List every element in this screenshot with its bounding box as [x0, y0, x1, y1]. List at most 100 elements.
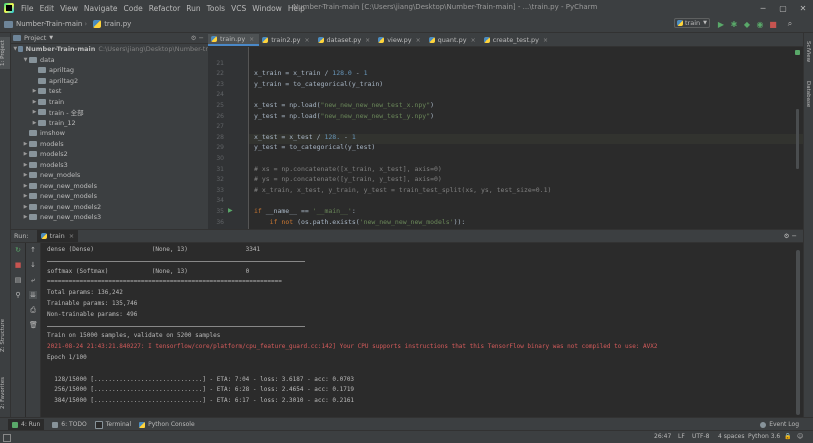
scroll-up-icon[interactable]: ↑: [29, 246, 37, 254]
scroll-down-icon[interactable]: ↓: [29, 261, 37, 269]
python-interpreter[interactable]: Python 3.6: [748, 433, 780, 440]
stop-icon[interactable]: ■: [768, 19, 778, 29]
code-line[interactable]: x_test = np.load("new_new_new_new_test_x…: [254, 101, 434, 109]
expand-arrow-icon[interactable]: ▶: [31, 99, 38, 105]
tree-item[interactable]: ▶ train_12: [11, 118, 208, 129]
project-panel-title[interactable]: Project: [24, 34, 46, 42]
minimize-icon[interactable]: ─: [753, 0, 773, 16]
rerun-icon[interactable]: ↻: [14, 246, 22, 254]
inspection-status-icon[interactable]: [795, 50, 800, 55]
breadcrumb-project[interactable]: Number-Train-main: [0, 20, 82, 28]
code-line[interactable]: # x_train, x_test, y_train, y_test = tra…: [254, 186, 551, 194]
project-tool-tab[interactable]: 1: Project: [0, 37, 10, 69]
editor-tab-train2[interactable]: train2.py ×: [259, 34, 314, 46]
expand-arrow-icon[interactable]: ▶: [31, 120, 38, 126]
indent-setting[interactable]: 4 spaces: [718, 433, 744, 440]
restore-layout-icon[interactable]: ▤: [14, 276, 22, 284]
tree-item[interactable]: ▶ train: [11, 97, 208, 108]
clear-all-icon[interactable]: 🗑: [29, 321, 38, 329]
tree-item[interactable]: ▼ data: [11, 55, 208, 66]
lock-icon[interactable]: 🔒: [784, 433, 791, 440]
expand-arrow-icon[interactable]: ▶: [22, 151, 29, 157]
close-tab-icon[interactable]: ×: [365, 37, 370, 44]
tree-item[interactable]: ▶ models3: [11, 160, 208, 171]
close-tab-icon[interactable]: ×: [471, 37, 476, 44]
menu-code[interactable]: Code: [121, 4, 146, 13]
tree-item[interactable]: ▶ new_new_models: [11, 191, 208, 202]
tree-item[interactable]: apriltag: [11, 65, 208, 76]
debug-icon[interactable]: ✱: [729, 19, 739, 29]
code-line[interactable]: x_train = x_train / 128.0 - 1: [254, 69, 368, 77]
tree-item[interactable]: ▶ test: [11, 86, 208, 97]
expand-arrow-icon[interactable]: ▼: [13, 46, 18, 52]
run-panel-settings-icon[interactable]: ⚙ −: [784, 232, 797, 240]
code-line[interactable]: if __name__ == '__main__':: [254, 207, 356, 215]
sciview-tool-tab[interactable]: SciView: [805, 41, 811, 62]
structure-tool-tab[interactable]: Z: Structure: [0, 318, 10, 354]
close-tab-icon[interactable]: ×: [249, 36, 254, 43]
menu-edit[interactable]: Edit: [37, 4, 58, 13]
tree-item[interactable]: imshow: [11, 128, 208, 139]
expand-arrow-icon[interactable]: ▶: [22, 204, 29, 210]
tree-item[interactable]: apriltag2: [11, 76, 208, 87]
soft-wrap-icon[interactable]: ⤶: [29, 276, 37, 284]
line-separator[interactable]: LF: [678, 433, 685, 440]
favorites-tool-tab[interactable]: 2: Favorites: [0, 373, 10, 413]
expand-arrow-icon[interactable]: ▶: [22, 141, 29, 147]
run-config-select[interactable]: train ▼: [674, 18, 710, 28]
run-gutter-icon[interactable]: ▶: [228, 207, 233, 214]
close-tab-icon[interactable]: ×: [305, 37, 310, 44]
chevron-down-icon[interactable]: ▼: [49, 35, 53, 41]
menu-refactor[interactable]: Refactor: [146, 4, 183, 13]
run-tool-button[interactable]: 4: Run: [8, 418, 45, 431]
menu-navigate[interactable]: Navigate: [81, 4, 121, 13]
close-tab-icon[interactable]: ×: [416, 37, 421, 44]
expand-arrow-icon[interactable]: ▶: [22, 214, 29, 220]
close-tab-icon[interactable]: ×: [69, 232, 74, 240]
editor-scrollbar[interactable]: [796, 109, 799, 169]
menu-vcs[interactable]: VCS: [228, 4, 249, 13]
code-line[interactable]: y_test = to_categorical(y_test): [254, 143, 375, 151]
expand-arrow-icon[interactable]: ▶: [31, 109, 38, 115]
tree-item[interactable]: ▶ models2: [11, 149, 208, 160]
tree-item[interactable]: ▶ new_new_models2: [11, 202, 208, 213]
caret-position[interactable]: 26:47: [654, 433, 671, 440]
expand-arrow-icon[interactable]: ▶: [31, 88, 38, 94]
editor-tab-view[interactable]: view.py ×: [375, 34, 425, 46]
scroll-to-end-icon[interactable]: ⇊: [29, 291, 37, 299]
code-line[interactable]: # ys = np.concatenate([y_train, y_test],…: [254, 175, 442, 183]
expand-arrow-icon[interactable]: ▶: [22, 162, 29, 168]
project-root-row[interactable]: ▼ Number-Train-main C:\Users\jiang\Deskt…: [11, 44, 208, 55]
stop-icon[interactable]: ■: [14, 261, 22, 269]
close-tab-icon[interactable]: ×: [543, 37, 548, 44]
expand-arrow-icon[interactable]: ▼: [22, 57, 29, 63]
console-output[interactable]: dense (Dense) (None, 13) 3341 softmax (So…: [47, 243, 797, 418]
python-console-tool-button[interactable]: Python Console: [139, 421, 195, 428]
run-icon[interactable]: ▶: [716, 19, 726, 29]
print-icon[interactable]: ⎙: [29, 306, 37, 314]
pin-icon[interactable]: ⚲: [14, 291, 22, 299]
coverage-icon[interactable]: ◆: [742, 19, 752, 29]
menu-window[interactable]: Window: [249, 4, 285, 13]
breadcrumb-file[interactable]: train.py: [89, 20, 131, 28]
tree-item[interactable]: ▶ models: [11, 139, 208, 150]
code-line[interactable]: if not (os.path.exists('new_new_new_new_…: [254, 218, 466, 226]
event-log-button[interactable]: Event Log: [760, 421, 799, 428]
console-scrollbar[interactable]: [796, 250, 800, 415]
menu-view[interactable]: View: [57, 4, 81, 13]
search-everywhere-icon[interactable]: ⌕: [785, 19, 795, 29]
settings-gear-icon[interactable]: ⚙ −: [191, 34, 204, 42]
terminal-tool-button[interactable]: Terminal: [94, 420, 131, 429]
profile-icon[interactable]: ◉: [755, 19, 765, 29]
expand-arrow-icon[interactable]: ▶: [22, 172, 29, 178]
expand-arrow-icon[interactable]: ▶: [22, 183, 29, 189]
tree-item[interactable]: ▶ new_models: [11, 170, 208, 181]
tree-item[interactable]: ▶ new_new_models: [11, 181, 208, 192]
toggle-tool-windows-icon[interactable]: [3, 434, 11, 442]
close-icon[interactable]: ✕: [793, 0, 813, 16]
editor-tab-dataset[interactable]: dataset.py ×: [315, 34, 376, 46]
tree-item[interactable]: ▶ train - 全部: [11, 107, 208, 118]
database-tool-tab[interactable]: Database: [805, 81, 811, 107]
file-encoding[interactable]: UTF-8: [692, 433, 710, 440]
editor-tab-quant[interactable]: quant.py ×: [426, 34, 481, 46]
